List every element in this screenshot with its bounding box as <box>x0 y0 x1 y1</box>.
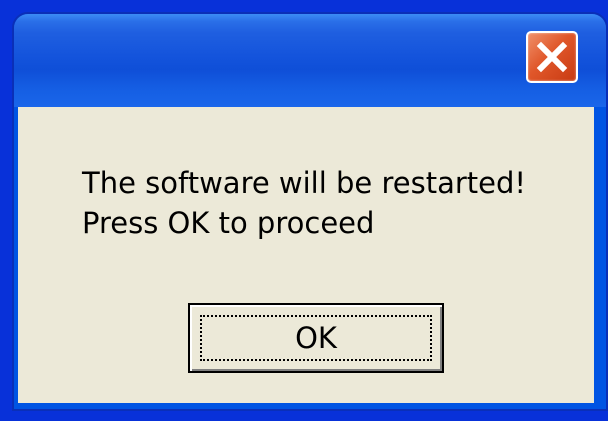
close-button[interactable] <box>526 31 578 83</box>
restart-dialog: The software will be restarted! Press OK… <box>12 12 608 411</box>
message-line-2: Press OK to proceed <box>82 206 375 240</box>
close-icon <box>536 41 568 73</box>
message-line-1: The software will be restarted! <box>82 166 527 200</box>
ok-button-label: OK <box>295 321 337 355</box>
dialog-body: The software will be restarted! Press OK… <box>18 107 594 403</box>
message-text: The software will be restarted! Press OK… <box>82 163 526 243</box>
ok-button[interactable]: OK <box>188 303 444 373</box>
title-bar[interactable] <box>14 14 606 107</box>
